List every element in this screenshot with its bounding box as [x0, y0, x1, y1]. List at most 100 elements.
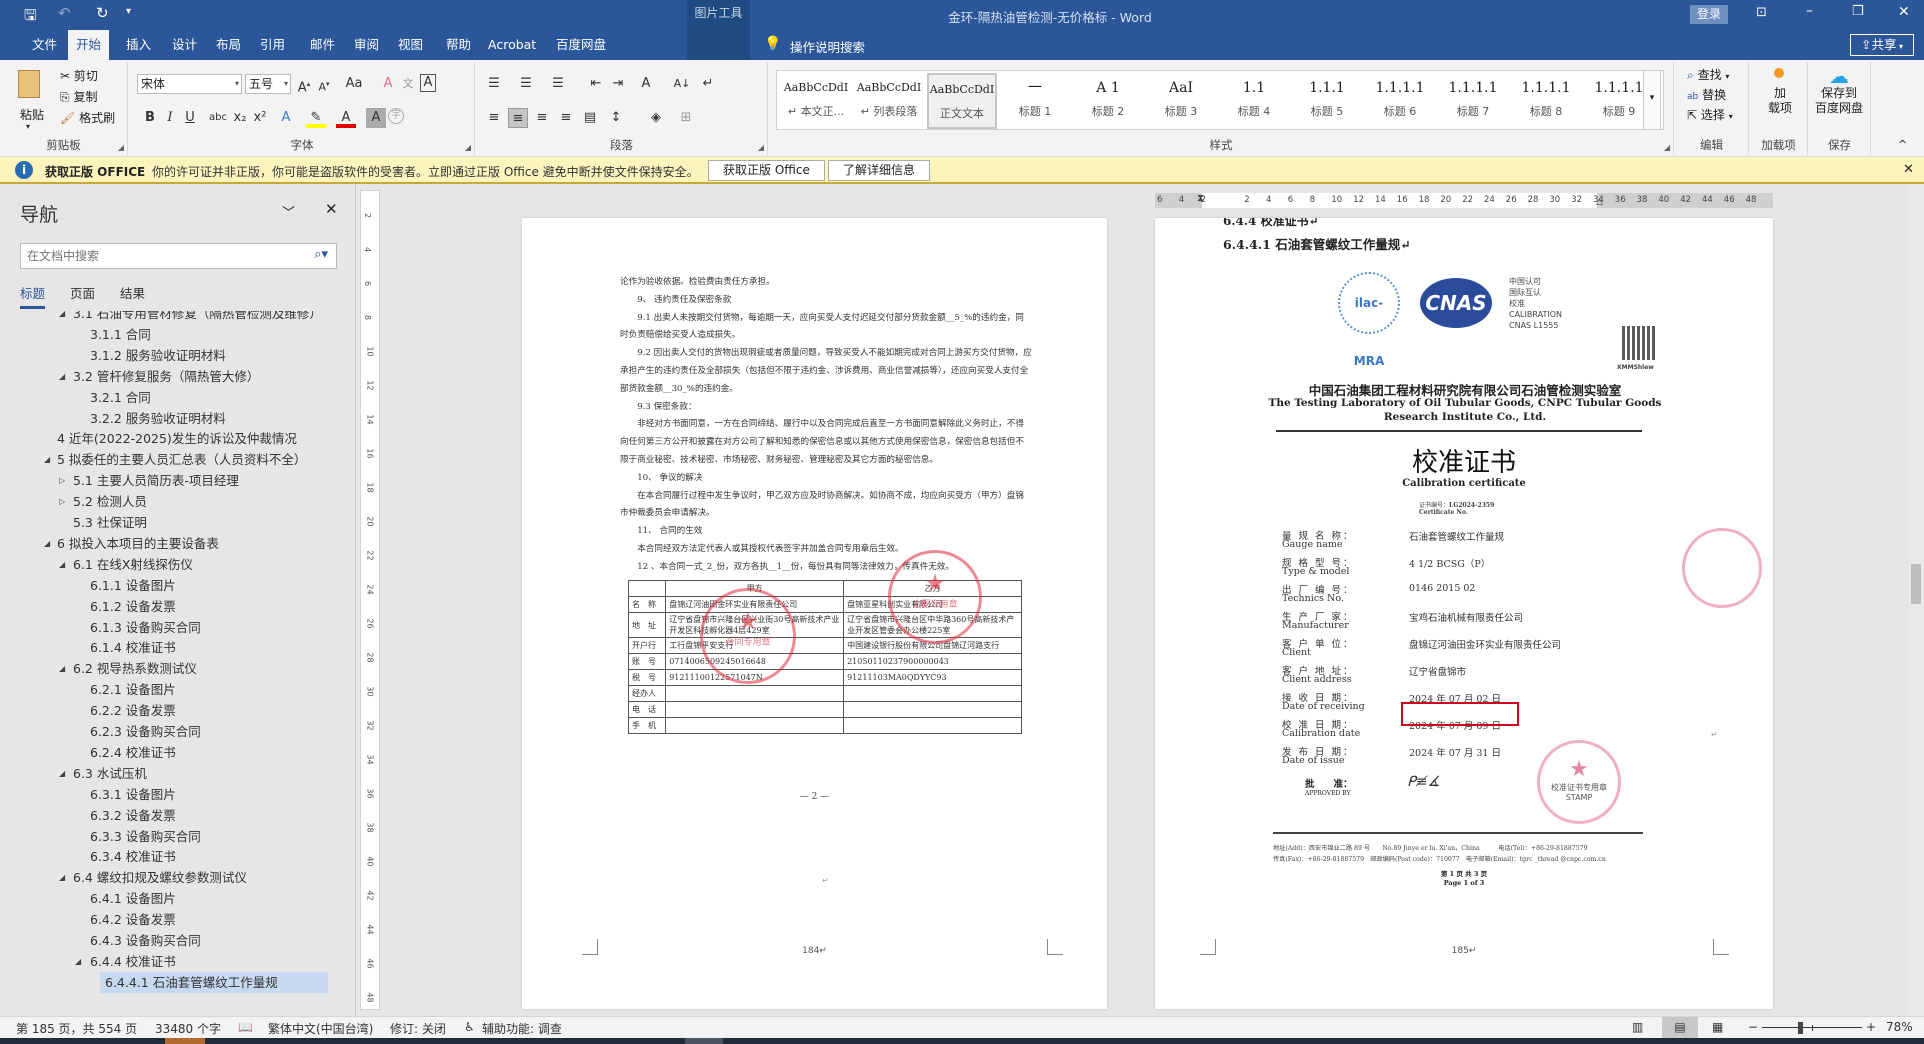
nav-search-box[interactable]: ⌕▾: [20, 243, 337, 269]
nav-heading-item[interactable]: 6.4.4.1 石油套管螺纹工作量规: [0, 971, 350, 993]
nav-heading-item[interactable]: ◢ 6.1 在线X射线探伤仪: [0, 554, 350, 575]
paste-button[interactable]: 粘贴: [20, 106, 44, 123]
style-item[interactable]: 1.1.1 标题 5: [1292, 73, 1362, 129]
decrease-indent-icon[interactable]: ⇤: [586, 74, 606, 94]
asian-layout-icon[interactable]: A: [636, 74, 656, 94]
tab-6[interactable]: 邮件: [302, 30, 343, 60]
dialog-launcher-icon[interactable]: ◢: [1664, 143, 1670, 152]
justify-icon[interactable]: ≡: [556, 108, 576, 128]
nav-heading-item[interactable]: ◢ 6.4.4 校准证书: [0, 951, 350, 972]
find-button[interactable]: ⌕ 查找 ▾: [1687, 66, 1729, 83]
enclose-characters-icon[interactable]: 字: [388, 108, 404, 124]
nav-heading-item[interactable]: 6.1.4 校准证书: [0, 637, 350, 658]
format-painter-button[interactable]: 🖌 格式刷: [60, 109, 115, 126]
nav-heading-item[interactable]: ▷ 5.1 主要人员简历表-项目经理: [0, 470, 350, 491]
expanded-triangle-icon[interactable]: ◢: [59, 311, 65, 324]
redo-icon[interactable]: ↻: [96, 4, 109, 22]
calibration-certificate-image[interactable]: ilac-MRA CNAS 中国认可 国际互认 校准 CALIBRATION CNAS …: [1155, 258, 1773, 948]
superscript-button[interactable]: x²: [250, 108, 270, 128]
change-case-button[interactable]: Aa: [340, 74, 368, 94]
nav-heading-item[interactable]: 3.1.2 服务验收证明材料: [0, 345, 350, 366]
paste-icon[interactable]: [18, 70, 40, 98]
addins-button[interactable]: 加 载项: [1768, 86, 1792, 116]
zoom-level[interactable]: 78%: [1886, 1020, 1913, 1034]
expanded-triangle-icon[interactable]: ◢: [44, 449, 50, 470]
style-item[interactable]: 1.1 标题 4: [1219, 73, 1289, 129]
shrink-font-icon[interactable]: A▾: [314, 74, 334, 94]
nav-heading-item[interactable]: 6.2.2 设备发票: [0, 700, 350, 721]
nav-heading-item[interactable]: 4 近年(2022-2025)发生的诉讼及仲裁情况: [0, 428, 350, 449]
zoom-slider-thumb[interactable]: [1798, 1022, 1803, 1034]
numbering-icon[interactable]: ☰: [516, 74, 536, 94]
expanded-triangle-icon[interactable]: ◢: [44, 533, 50, 554]
zoom-out-button[interactable]: −: [1748, 1020, 1758, 1034]
font-size-combo[interactable]: 五号 ▾: [245, 74, 291, 94]
nav-heading-item[interactable]: ◢ 6.4 螺纹扣规及螺纹参数测试仪: [0, 867, 350, 888]
vertical-ruler[interactable]: 2 4 6 8 10 12 14 16 18 20 22 24 26 28 30 32 34 36 38 40 42 44…: [360, 190, 380, 1010]
tab-4[interactable]: 布局: [208, 30, 249, 60]
nav-heading-item[interactable]: 6.4.1 设备图片: [0, 888, 350, 909]
expanded-triangle-icon[interactable]: ◢: [75, 951, 81, 972]
tab-2[interactable]: 插入: [118, 30, 159, 60]
sort-icon[interactable]: A↓: [672, 74, 692, 94]
tab-3[interactable]: 设计: [164, 30, 205, 60]
nav-heading-item[interactable]: 6.1.3 设备购买合同: [0, 617, 350, 638]
style-item[interactable]: A 1 标题 2: [1073, 73, 1143, 129]
dialog-launcher-icon[interactable]: ◢: [465, 143, 471, 152]
tab-8[interactable]: 视图: [390, 30, 431, 60]
word-count[interactable]: 33480 个字: [155, 1020, 221, 1037]
align-right-icon[interactable]: ≡: [532, 108, 552, 128]
vertical-scrollbar[interactable]: [1908, 184, 1924, 1016]
nav-heading-item[interactable]: ◢ 5 拟委任的主要人员汇总表（人员资料不全）: [0, 449, 350, 470]
subscript-button[interactable]: x₂: [230, 108, 250, 128]
page-185[interactable]: 6.4.4 校准证书↵ 6.4.4.1 石油套管螺纹工作量规↵ ilac-MRA…: [1155, 218, 1773, 1009]
dialog-launcher-icon[interactable]: ◢: [758, 143, 764, 152]
language[interactable]: 繁体中文(中国台湾): [268, 1020, 373, 1037]
tab-7[interactable]: 审阅: [346, 30, 387, 60]
nav-heading-item[interactable]: 6.4.3 设备购买合同: [0, 930, 350, 951]
nav-heading-item[interactable]: ◢ 3.1 石油专用管材修复（隔热管检测及维修）: [0, 311, 350, 324]
nav-heading-item[interactable]: 3.2.2 服务验收证明材料: [0, 408, 350, 429]
tab-1[interactable]: 开始: [68, 30, 110, 60]
highlight-color-icon[interactable]: ✎: [306, 108, 326, 128]
restore-icon[interactable]: ❐: [1852, 4, 1864, 19]
page-count[interactable]: 第 185 页，共 554 页: [16, 1020, 137, 1037]
bold-button[interactable]: B: [140, 108, 160, 128]
nav-heading-item[interactable]: 3.1.1 合同: [0, 324, 350, 345]
proofing-icon[interactable]: 📖: [238, 1020, 253, 1034]
tab-11[interactable]: 百度网盘: [548, 30, 614, 60]
phonetic-guide-icon[interactable]: 文: [398, 74, 418, 94]
heading-6-4-4-1[interactable]: 6.4.4.1 石油套管螺纹工作量规↵: [1223, 234, 1411, 253]
tab-5[interactable]: 引用: [252, 30, 293, 60]
borders-icon[interactable]: ⊞: [676, 108, 696, 128]
save-icon[interactable]: 🖫: [24, 5, 37, 30]
accessibility-status[interactable]: 辅助功能: 调查: [482, 1020, 562, 1037]
expanded-triangle-icon[interactable]: ◢: [59, 366, 65, 387]
collapse-ribbon-icon[interactable]: ^: [1898, 138, 1907, 151]
horizontal-ruler[interactable]: 6 4 2 2 4 6 8 10 12 14 16 18 20 22 24 26 28 30 32 34 36 38 40 4…: [1155, 193, 1773, 208]
nav-heading-item[interactable]: 6.2.3 设备购买合同: [0, 721, 350, 742]
shading-icon[interactable]: ◈: [646, 108, 666, 128]
nav-heading-item[interactable]: 3.2.1 合同: [0, 387, 350, 408]
right-indent-marker[interactable]: △: [1596, 197, 1603, 207]
nav-tab-1[interactable]: 页面: [70, 283, 95, 306]
style-item[interactable]: AaI 标题 3: [1146, 73, 1216, 129]
nav-search-input[interactable]: [27, 245, 287, 267]
style-item[interactable]: 一标题 1: [1000, 73, 1070, 129]
dialog-launcher-icon[interactable]: ◢: [118, 143, 124, 152]
nav-heading-item[interactable]: 6.3.2 设备发票: [0, 805, 350, 826]
nav-heading-item[interactable]: 6.2.1 设备图片: [0, 679, 350, 700]
close-icon[interactable]: ✕: [1898, 4, 1910, 20]
collapsed-triangle-icon[interactable]: ▷: [59, 470, 65, 491]
tell-me-search[interactable]: 操作说明搜索: [790, 37, 865, 56]
underline-button[interactable]: U: [180, 108, 200, 128]
tab-10[interactable]: Acrobat: [480, 30, 544, 60]
page-184[interactable]: 论作为验收依据。检验费由责任方承担。 9、 违约责任及保密条款 9.1 出卖人未按期…: [522, 218, 1107, 1009]
read-mode-icon[interactable]: ▥: [1632, 1020, 1643, 1034]
tab-0[interactable]: 文件: [24, 30, 65, 60]
nav-heading-item[interactable]: ◢ 6.3 水试压机: [0, 763, 350, 784]
search-icon[interactable]: ⌕▾: [314, 247, 328, 262]
nav-heading-item[interactable]: ▷ 5.2 检测人员: [0, 491, 350, 512]
gallery-more-button[interactable]: ▾: [1643, 70, 1661, 130]
nav-heading-item[interactable]: 6.4.2 设备发票: [0, 909, 350, 930]
